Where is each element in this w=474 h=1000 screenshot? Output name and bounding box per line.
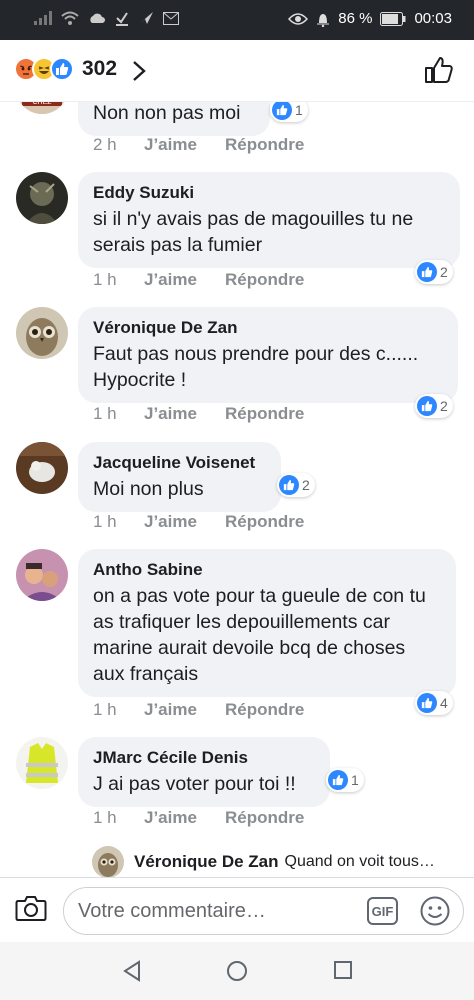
comment-bubble: Véronique De Zan Faut pas nous prendre p… [78,307,458,403]
status-bar: 86 % 00:03 [0,0,474,40]
comment-actions: 1 h J’aime Répondre [93,270,304,290]
comment-input[interactable] [78,897,358,925]
comment-actions: 1 h J’aime Répondre [93,512,304,532]
battery-level: 86 % [338,10,373,27]
back-icon[interactable] [122,960,142,982]
comment-bubble: Jacqueline Voisenet Moi non plus [78,442,281,512]
commenter-name[interactable]: Véronique De Zan [93,317,444,339]
like-icon [417,396,437,416]
reply-button[interactable]: Répondre [225,270,304,290]
comment-actions: 2 h J’aime Répondre [93,135,304,155]
like-icon [272,102,292,120]
thumbs-up-icon[interactable] [424,55,454,85]
reply-button[interactable]: Répondre [225,808,304,828]
clock: 00:03 [414,10,452,27]
reply-button[interactable]: Répondre [225,512,304,532]
mail-icon [163,11,179,25]
commenter-name[interactable]: JMarc Cécile Denis [93,747,316,769]
reaction-pill[interactable]: 1 [326,768,364,792]
alarm-icon [317,13,330,27]
download-icon [116,12,128,26]
comment-time: 1 h [93,404,117,423]
chevron-right-icon[interactable] [132,60,146,82]
comment-time: 1 h [93,808,117,827]
comment-text: Moi non plus [93,478,204,500]
reaction-pill[interactable]: 1 [270,102,308,122]
commenter-name[interactable]: Jacqueline Voisenet [93,452,267,474]
home-icon[interactable] [226,960,248,982]
like-icon [50,57,74,81]
comment-list: CHEZ Non non pas moi 1 2 h J’aime Répond… [0,102,474,877]
reply-button[interactable]: Répondre [225,135,304,155]
comment-bubble: Non non pas moi [78,102,270,136]
reaction-count: 302 [82,57,118,80]
comment-bubble: JMarc Cécile Denis J ai pas voter pour t… [78,737,330,807]
like-button[interactable]: J’aime [144,700,225,720]
comment-actions: 1 h J’aime Répondre [93,808,304,828]
system-nav-bar [0,942,474,1000]
signal-icon [34,11,52,25]
comment-text: on a pas vote pour ta gueule de con tu a… [93,585,426,685]
reaction-count: 2 [302,477,310,493]
emoji-icon[interactable] [419,895,451,927]
like-button[interactable]: J’aime [144,270,225,290]
comment-time: 1 h [93,512,117,531]
reactions-header: 302 [0,40,474,102]
comment-text: Non non pas moi [93,102,241,124]
recents-icon[interactable] [333,960,353,980]
avatar[interactable] [16,307,68,359]
avatar[interactable] [16,442,68,494]
svg-text:CHEZ: CHEZ [32,102,52,106]
reaction-count: 4 [440,695,448,711]
reaction-pill[interactable]: 2 [277,473,315,497]
reaction-pill[interactable]: 2 [415,394,453,418]
camera-icon[interactable] [15,894,47,922]
reaction-count: 2 [440,264,448,280]
comment-composer: GIF [0,877,474,942]
cloud-icon [90,13,105,23]
reaction-pill[interactable]: 2 [415,260,453,284]
comment-time: 2 h [93,135,117,154]
comment-input-wrapper: GIF [63,887,464,935]
commenter-name[interactable]: Eddy Suzuki [93,182,446,204]
like-icon [417,693,437,713]
reply-button[interactable]: Répondre [225,700,304,720]
comment-text: Faut pas nous prendre pour des c...... H… [93,343,419,391]
comment-time: 1 h [93,270,117,289]
like-button[interactable]: J’aime [144,808,225,828]
reply-author: Véronique De Zan [134,852,279,871]
reaction-pill[interactable]: 4 [415,691,453,715]
reply-preview[interactable]: Véronique De Zan Quand on voit tous… [92,846,435,877]
eye-icon [288,12,309,25]
reaction-summary[interactable]: 302 [14,57,117,81]
gif-button[interactable]: GIF [367,897,398,925]
comment-actions: 1 h J’aime Répondre [93,404,304,424]
avatar [92,846,124,877]
avatar[interactable] [16,549,68,601]
comment-text: si il n'y avais pas de magouilles tu ne … [93,208,414,256]
reaction-count: 2 [440,398,448,414]
like-icon [417,262,437,282]
like-button[interactable]: J’aime [144,512,225,532]
comment-text: J ai pas voter pour toi !! [93,773,296,795]
comment-actions: 1 h J’aime Répondre [93,700,304,720]
like-button[interactable]: J’aime [144,135,225,155]
like-icon [279,475,299,495]
wifi-icon [61,11,79,25]
reply-text: Quand on voit tous… [284,853,435,870]
avatar[interactable]: CHEZ [16,102,68,114]
send-icon [139,12,153,24]
comment-bubble: Antho Sabine on a pas vote pour ta gueul… [78,549,456,697]
battery-icon [380,11,406,26]
avatar[interactable] [16,737,68,789]
commenter-name[interactable]: Antho Sabine [93,559,442,581]
like-icon [328,770,348,790]
comment-bubble: Eddy Suzuki si il n'y avais pas de magou… [78,172,460,268]
comment-time: 1 h [93,700,117,719]
reaction-count: 1 [351,772,359,788]
reply-button[interactable]: Répondre [225,404,304,424]
like-button[interactable]: J’aime [144,404,225,424]
avatar[interactable] [16,172,68,224]
reaction-count: 1 [295,102,303,118]
